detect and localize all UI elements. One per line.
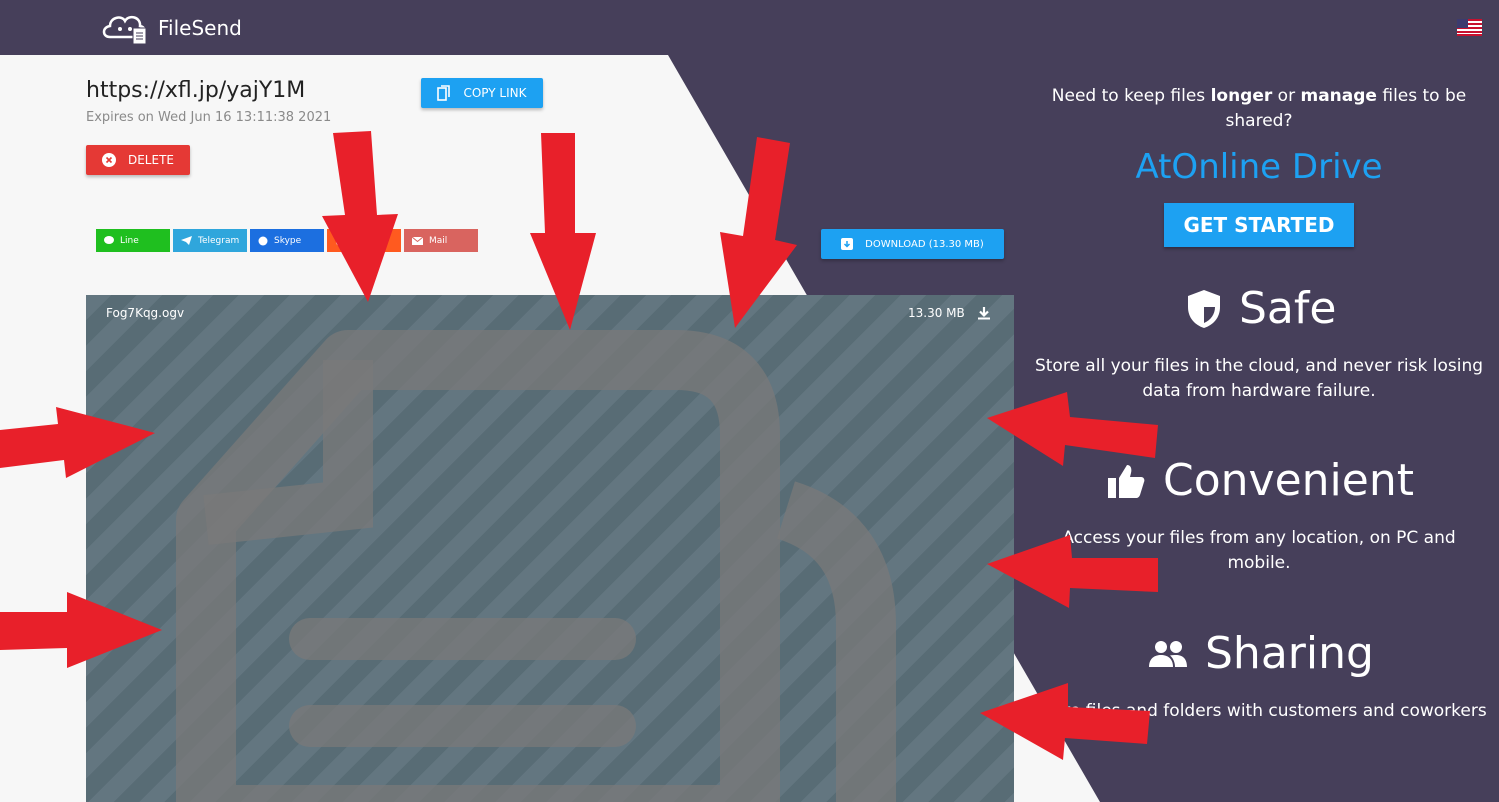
us-flag-language-icon[interactable]: [1457, 19, 1482, 36]
telegram-icon: [181, 236, 192, 245]
mail-icon: [412, 236, 423, 245]
reddit-icon: [336, 237, 344, 246]
copy-link-button[interactable]: COPY LINK: [421, 78, 543, 108]
feature-safe-text: Store all your files in the cloud, and n…: [1034, 356, 1484, 401]
share-buttons: Line Telegram Skype Mail: [96, 229, 478, 252]
file-size: 13.30 MB: [908, 306, 965, 320]
download-box-icon: [841, 238, 854, 250]
promo-question-manage: manage: [1300, 86, 1377, 106]
download-icon[interactable]: [976, 305, 992, 321]
line-icon: [104, 236, 114, 244]
download-label: DOWNLOAD (13.30 MB): [865, 238, 984, 250]
promo-question: Need to keep files longer or manage file…: [1030, 84, 1488, 134]
download-button[interactable]: DOWNLOAD (13.30 MB): [821, 229, 1004, 259]
share-skype-label: Skype: [274, 235, 302, 246]
share-telegram-label: Telegram: [198, 235, 240, 246]
feature-safe-title: Safe: [1239, 283, 1337, 334]
feature-safe-heading: Safe: [1187, 283, 1336, 334]
thumbs-up-icon: [1108, 464, 1145, 498]
share-skype-button[interactable]: Skype: [250, 229, 324, 252]
document-placeholder-icon: [176, 330, 896, 802]
delete-button[interactable]: DELETE: [86, 145, 190, 175]
promo-question-mid: or: [1272, 86, 1301, 106]
file-name: Fog7Kqg.ogv: [106, 306, 185, 320]
drive-title[interactable]: AtOnline Drive: [1030, 147, 1488, 187]
feature-sharing-text: Share files and folders with customers a…: [1031, 701, 1487, 721]
copy-icon: [437, 85, 451, 101]
file-preview-panel: Fog7Kqg.ogv 13.30 MB: [86, 295, 1014, 802]
feature-sharing-heading: Sharing: [1149, 628, 1374, 679]
share-telegram-button[interactable]: Telegram: [173, 229, 247, 252]
get-started-button[interactable]: GET STARTED: [1164, 203, 1354, 247]
promo-question-longer: longer: [1210, 86, 1273, 106]
share-mail-button[interactable]: Mail: [404, 229, 478, 252]
share-line-label: Line: [120, 235, 139, 246]
skype-icon: [258, 236, 268, 245]
brand-name: FileSend: [158, 16, 242, 40]
expiry-text: Expires on Wed Jun 16 13:11:38 2021: [86, 110, 332, 125]
shield-icon: [1188, 289, 1220, 328]
brand-logo-link[interactable]: FileSend: [100, 8, 242, 48]
cloud-logo-icon: [102, 15, 147, 45]
copy-link-label: COPY LINK: [463, 86, 527, 100]
share-url[interactable]: https://xfl.jp/yajY1M: [86, 78, 305, 103]
share-reddit-button[interactable]: [327, 229, 401, 252]
share-mail-label: Mail: [429, 235, 448, 246]
share-line-button[interactable]: Line: [96, 229, 170, 252]
promo-question-pre: Need to keep files: [1051, 86, 1211, 106]
delete-label: DELETE: [127, 153, 174, 167]
feature-convenient-title: Convenient: [1163, 455, 1414, 506]
feature-convenient-text: Access your files from any location, on …: [1062, 528, 1456, 573]
feature-sharing-title: Sharing: [1205, 628, 1374, 679]
close-circle-icon: [101, 153, 116, 167]
people-icon: [1149, 640, 1187, 667]
feature-convenient-heading: Convenient: [1107, 455, 1414, 506]
